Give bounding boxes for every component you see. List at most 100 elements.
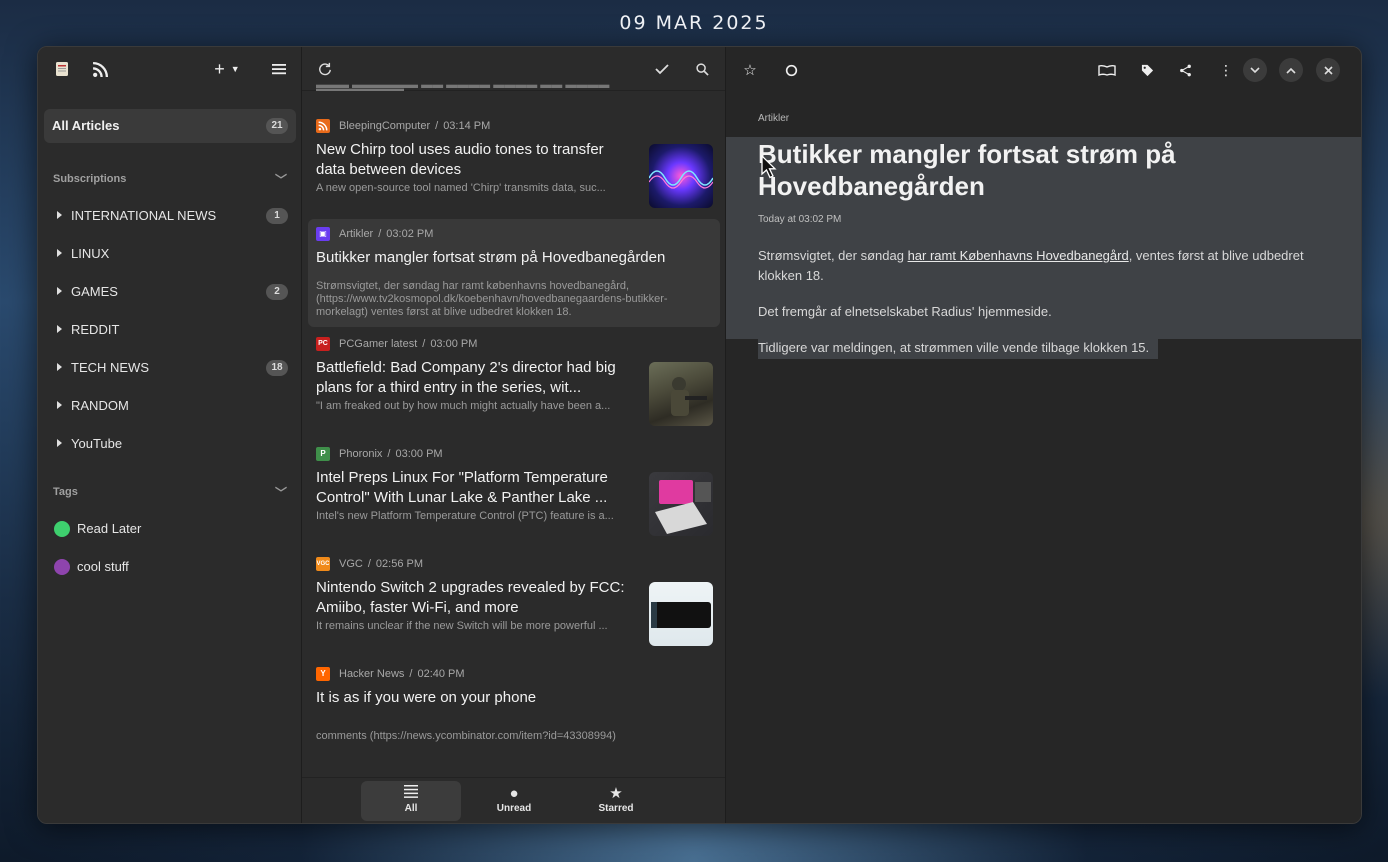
feed-label: TECH NEWS: [71, 360, 149, 375]
reader-pane: ☆ ⋮ Artikler Butikker mangler fortsat st…: [726, 47, 1361, 823]
article-list: ▬▬▬ ▬▬▬▬▬▬ ▬▬ ▬▬▬▬ ▬▬▬▬ ▬▬ ▬▬▬▬ ▬▬▬▬▬▬▬▬…: [302, 47, 726, 823]
article-meta: VGC VGC / 02:56 PM: [316, 557, 423, 571]
tag-read-later[interactable]: Read Later: [44, 511, 296, 545]
meta-separator: /: [378, 228, 382, 240]
meta-separator: /: [409, 668, 413, 680]
subscriptions-heading[interactable]: Subscriptions ﹀: [53, 171, 287, 188]
article-title: Nintendo Switch 2 upgrades revealed by F…: [316, 579, 625, 616]
tag-cool-stuff[interactable]: cool stuff: [44, 549, 296, 583]
more-options-icon[interactable]: ⋮: [1215, 59, 1237, 81]
article-source: PCGamer latest: [339, 338, 418, 350]
article-heading: Butikker mangler fortsat strøm på Hovedb…: [758, 139, 1176, 201]
reader-mode-icon[interactable]: [1096, 59, 1118, 81]
tab-label: Starred: [598, 803, 634, 814]
tags-heading[interactable]: Tags ﹀: [53, 484, 287, 501]
tab-label: Unread: [496, 803, 532, 814]
article-summary: Strømsvigtet, der søndag har ramt københ…: [316, 280, 668, 318]
previous-article-button[interactable]: [1279, 58, 1303, 82]
all-articles-label: All Articles: [52, 118, 120, 133]
article-link[interactable]: har ramt Københavns Hovedbanegård: [908, 248, 1129, 263]
mark-all-read-icon[interactable]: [652, 59, 672, 79]
meta-separator: /: [387, 448, 391, 460]
tag-label: cool stuff: [77, 559, 129, 574]
article-meta: ▣ Artikler / 03:02 PM: [316, 227, 433, 241]
tag-icon[interactable]: [1136, 59, 1158, 81]
list-item[interactable]: BleepingComputer / 03:14 PM New Chirp to…: [308, 111, 720, 219]
feed-tech-news[interactable]: TECH NEWS 18: [44, 350, 296, 384]
list-item[interactable]: VGC VGC / 02:56 PM Nintendo Switch 2 upg…: [308, 549, 720, 657]
feed-label: RANDOM: [71, 398, 129, 413]
article-source: BleepingComputer: [339, 120, 431, 132]
article-paragraph: Tidligere var meldingen, at strømmen vil…: [758, 340, 1150, 355]
expand-arrow-icon[interactable]: [57, 249, 62, 257]
feed-games[interactable]: GAMES 2: [44, 274, 296, 308]
list-icon: [361, 785, 461, 803]
article-source: VGC: [339, 558, 363, 570]
all-articles-item[interactable]: All Articles 21: [44, 109, 296, 143]
close-window-button[interactable]: [1316, 58, 1340, 82]
expand-arrow-icon[interactable]: [57, 287, 62, 295]
article-summary: comments (https://news.ycombinator.com/i…: [316, 730, 616, 742]
article-summary: "I am freaked out by how much might actu…: [316, 400, 611, 412]
search-icon[interactable]: [692, 59, 712, 79]
expand-arrow-icon[interactable]: [57, 363, 62, 371]
mark-unread-icon[interactable]: [780, 59, 802, 81]
app-window: + ▼ All Articles 21 Subscriptions ﹀ INTER…: [37, 46, 1362, 824]
meta-separator: /: [367, 558, 371, 570]
rss-icon[interactable]: [90, 59, 110, 79]
article-time: 03:02 PM: [386, 228, 434, 240]
tab-label: All: [404, 803, 418, 814]
expand-arrow-icon[interactable]: [57, 325, 62, 333]
feed-reddit[interactable]: REDDIT: [44, 312, 296, 346]
feed-favicon-icon: [316, 119, 330, 133]
share-icon[interactable]: [1174, 59, 1196, 81]
feed-favicon-icon: ▣: [316, 227, 330, 241]
chevron-down-icon[interactable]: ﹀: [275, 171, 287, 188]
paragraph-text: Strømsvigtet, der søndag: [758, 248, 908, 263]
next-article-button[interactable]: [1243, 58, 1267, 82]
feed-favicon-icon: P: [316, 447, 330, 461]
expand-arrow-icon[interactable]: [57, 439, 62, 447]
article-title: New Chirp tool uses audio tones to trans…: [316, 141, 604, 178]
menu-icon[interactable]: [269, 59, 289, 79]
feed-favicon-icon: PC: [316, 337, 330, 351]
list-filter-bar: All ● Unread ★ Starred: [302, 777, 725, 823]
article-paragraph: Strømsvigtet, der søndag har ramt Københ…: [758, 246, 1328, 286]
feed-label: YouTube: [71, 436, 123, 451]
unread-count-badge: 21: [266, 118, 288, 134]
tab-unread[interactable]: ● Unread: [464, 781, 564, 821]
expand-arrow-icon[interactable]: [57, 401, 62, 409]
list-item[interactable]: PC PCGamer latest / 03:00 PM Battlefield…: [308, 329, 720, 437]
list-item-selected[interactable]: ▣ Artikler / 03:02 PM Butikker mangler f…: [308, 219, 720, 327]
tags-label: Tags: [53, 486, 78, 498]
article-summary: A new open-source tool named 'Chirp' tra…: [316, 182, 606, 194]
chevron-down-icon[interactable]: ﹀: [275, 484, 287, 501]
feed-linux[interactable]: LINUX: [44, 236, 296, 270]
list-item[interactable]: P Phoronix / 03:00 PM Intel Preps Linux …: [308, 439, 720, 547]
feed-label: LINUX: [71, 246, 110, 261]
feed-label: REDDIT: [71, 322, 120, 337]
article-source: Artikler: [339, 228, 374, 240]
desktop-date: 09 MAR 2025: [619, 12, 769, 34]
tag-color-dot: [54, 559, 70, 575]
feed-random[interactable]: RANDOM: [44, 388, 296, 422]
tab-all[interactable]: All: [361, 781, 461, 821]
article-summary: It remains unclear if the new Switch wil…: [316, 620, 608, 632]
star-outline-icon[interactable]: ☆: [739, 59, 761, 81]
expand-arrow-icon[interactable]: [57, 211, 62, 219]
list-item[interactable]: Y Hacker News / 02:40 PM It is as if you…: [308, 659, 720, 767]
tag-color-dot: [54, 521, 70, 537]
star-icon: ★: [609, 785, 623, 802]
add-icon[interactable]: + ▼: [210, 59, 244, 79]
article-thumbnail: [649, 362, 713, 426]
feed-favicon-icon: Y: [316, 667, 330, 681]
tag-label: Read Later: [77, 521, 142, 536]
article-meta: BleepingComputer / 03:14 PM: [316, 119, 490, 133]
article-summary: Intel's new Platform Temperature Control…: [316, 510, 614, 522]
article-time: 03:00 PM: [430, 338, 478, 350]
feed-international-news[interactable]: INTERNATIONAL NEWS 1: [44, 198, 296, 232]
article-date: Today at 03:02 PM: [758, 214, 842, 225]
tab-starred[interactable]: ★ Starred: [566, 781, 666, 821]
feed-youtube[interactable]: YouTube: [44, 426, 296, 460]
refresh-icon[interactable]: [315, 59, 335, 79]
